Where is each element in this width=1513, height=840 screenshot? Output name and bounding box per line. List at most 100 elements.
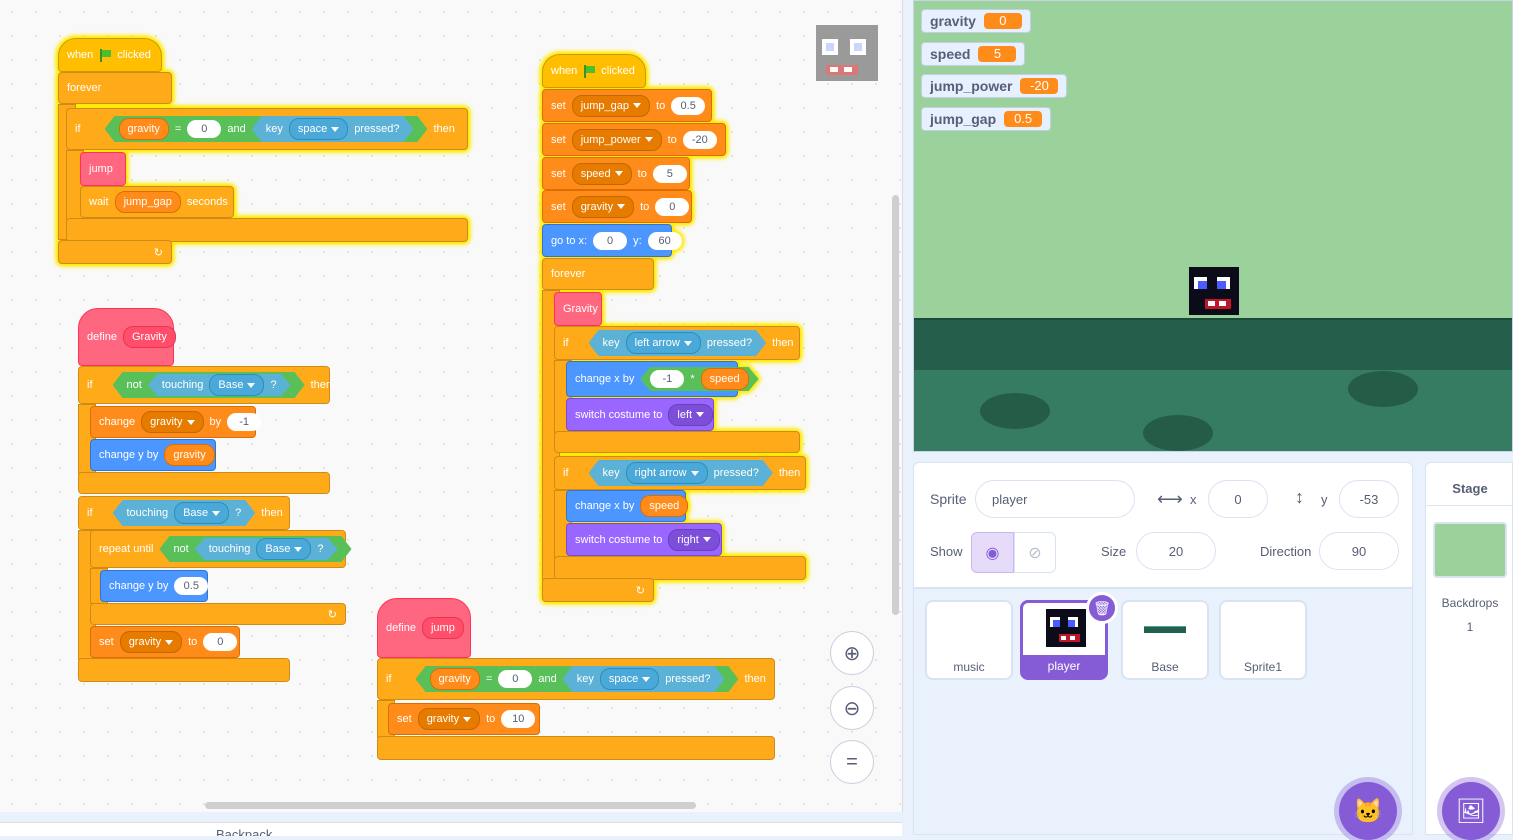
- forever-block[interactable]: forever: [58, 72, 172, 104]
- value-input[interactable]: 0: [498, 670, 532, 688]
- value-input[interactable]: 10: [501, 710, 536, 728]
- change-x-block[interactable]: change x by speed: [566, 490, 689, 522]
- code-area[interactable]: when clicked forever if gravity = 0 and …: [0, 0, 903, 812]
- value-input[interactable]: -20: [682, 130, 717, 149]
- not-operator[interactable]: not touching Base ?: [113, 372, 305, 398]
- change-y-block[interactable]: change y by gravity: [90, 439, 216, 471]
- gravity-call-block[interactable]: Gravity: [554, 292, 602, 326]
- if-touching-block[interactable]: if touching Base ? then: [78, 496, 290, 530]
- backpack-bar[interactable]: Backpack: [0, 822, 902, 836]
- monitor-jump-power[interactable]: jump_power -20: [921, 74, 1068, 98]
- key-pressed-sensor[interactable]: key left arrow pressed?: [589, 330, 767, 356]
- direction-field[interactable]: 90: [1319, 532, 1399, 570]
- stage-canvas[interactable]: gravity 0 speed 5 jump_power -20 jump_gap 0.…: [913, 0, 1513, 452]
- variable-dropdown[interactable]: speed: [571, 162, 632, 185]
- stage-thumbnail[interactable]: [1433, 522, 1507, 578]
- delete-sprite-button[interactable]: 🗑: [1086, 592, 1118, 624]
- show-visible-button[interactable]: ◉: [971, 532, 1014, 573]
- define-jump-block[interactable]: define jump: [377, 598, 471, 658]
- wait-block[interactable]: wait jump_gap seconds: [80, 186, 234, 218]
- set-jump-power-block[interactable]: set jump_power to -20: [542, 123, 726, 156]
- value-input[interactable]: 0.5: [174, 577, 209, 595]
- add-sprite-button[interactable]: 🐱: [1339, 782, 1397, 840]
- if-not-touching-block[interactable]: if not touching Base ? then: [78, 366, 332, 404]
- jump-gap-reporter[interactable]: jump_gap: [114, 191, 181, 213]
- set-gravity-block[interactable]: set gravity to 0: [542, 190, 692, 223]
- value-input[interactable]: 0: [593, 231, 628, 250]
- horizontal-scrollbar[interactable]: [205, 802, 696, 809]
- object-dropdown[interactable]: Base: [209, 374, 264, 396]
- sprite-tile-music[interactable]: music: [925, 600, 1013, 680]
- object-dropdown[interactable]: Base: [256, 538, 311, 560]
- change-y-block[interactable]: change y by 0.5: [100, 570, 209, 602]
- key-pressed-sensor[interactable]: key space pressed?: [252, 116, 414, 142]
- zoom-reset-button[interactable]: =: [830, 740, 874, 784]
- switch-costume-left-block[interactable]: switch costume to left: [566, 398, 714, 431]
- show-hidden-button[interactable]: ⊘: [1014, 532, 1056, 573]
- variable-dropdown[interactable]: jump_power: [571, 128, 662, 151]
- set-speed-block[interactable]: set speed to 5: [542, 157, 690, 190]
- key-dropdown[interactable]: space: [600, 668, 659, 690]
- variable-dropdown[interactable]: gravity: [119, 631, 183, 653]
- value-input[interactable]: -1: [227, 413, 262, 431]
- multiply-operator[interactable]: -1 * speed: [640, 367, 758, 391]
- if-right-block[interactable]: if key right arrow pressed? then: [554, 456, 806, 490]
- monitor-gravity[interactable]: gravity 0: [921, 9, 1031, 33]
- sprite-tile-sprite1[interactable]: Sprite1: [1219, 600, 1307, 680]
- key-dropdown[interactable]: right arrow: [626, 462, 708, 484]
- value-input[interactable]: 0.5: [671, 96, 706, 115]
- value-input[interactable]: 0: [655, 197, 690, 216]
- key-dropdown[interactable]: space: [289, 118, 348, 140]
- value-input[interactable]: 0: [203, 633, 238, 651]
- value-input[interactable]: -1: [650, 370, 684, 388]
- zoom-in-button[interactable]: ⊕: [830, 631, 874, 675]
- repeat-until-block[interactable]: repeat until not touching Base ?: [90, 530, 346, 568]
- size-field[interactable]: 20: [1136, 532, 1216, 570]
- sprite-tile-base[interactable]: Base: [1121, 600, 1209, 680]
- if-block[interactable]: if gravity = 0 and key space pressed? th…: [377, 658, 775, 700]
- value-input[interactable]: 0: [187, 120, 221, 138]
- costume-dropdown[interactable]: right: [668, 528, 720, 551]
- add-backdrop-button[interactable]: 🖼: [1442, 782, 1500, 840]
- when-flag-clicked-block[interactable]: when clicked: [58, 38, 162, 72]
- set-jump-gap-block[interactable]: set jump_gap to 0.5: [542, 89, 712, 122]
- value-input[interactable]: 60: [647, 231, 682, 250]
- not-operator[interactable]: not touching Base ?: [159, 536, 351, 562]
- change-gravity-block[interactable]: change gravity by -1: [90, 406, 262, 438]
- variable-dropdown[interactable]: gravity: [417, 708, 481, 730]
- forever-block[interactable]: forever: [542, 258, 654, 290]
- object-dropdown[interactable]: Base: [174, 502, 229, 524]
- jump-call-block[interactable]: jump: [80, 152, 126, 186]
- gravity-reporter[interactable]: gravity: [430, 668, 480, 690]
- key-pressed-sensor[interactable]: key space pressed?: [563, 666, 725, 692]
- touching-sensor[interactable]: touching Base ?: [195, 538, 338, 560]
- touching-sensor[interactable]: touching Base ?: [113, 500, 256, 526]
- variable-dropdown[interactable]: gravity: [141, 411, 204, 433]
- speed-reporter[interactable]: speed: [701, 368, 749, 390]
- and-operator[interactable]: gravity = 0 and key space pressed?: [105, 116, 428, 142]
- zoom-out-button[interactable]: ⊖: [830, 686, 874, 730]
- vertical-scrollbar[interactable]: [892, 195, 899, 615]
- switch-costume-right-block[interactable]: switch costume to right: [566, 523, 722, 556]
- define-gravity-block[interactable]: define Gravity: [78, 308, 176, 366]
- x-field[interactable]: 0: [1208, 480, 1268, 518]
- variable-dropdown[interactable]: jump_gap: [571, 94, 651, 117]
- set-gravity-block[interactable]: set gravity to 10: [388, 703, 540, 735]
- if-block[interactable]: if gravity = 0 and key space pressed? th…: [66, 108, 468, 150]
- player-sprite[interactable]: [1189, 267, 1239, 315]
- monitor-speed[interactable]: speed 5: [921, 42, 1026, 66]
- speed-reporter[interactable]: speed: [640, 495, 689, 517]
- value-input[interactable]: 5: [652, 164, 687, 183]
- change-x-block[interactable]: change x by -1 * speed: [566, 361, 738, 397]
- if-left-block[interactable]: if key left arrow pressed? then: [554, 326, 800, 360]
- key-pressed-sensor[interactable]: key right arrow pressed?: [589, 460, 773, 486]
- sprite-name-field[interactable]: player: [975, 480, 1135, 518]
- monitor-jump-gap[interactable]: jump_gap 0.5: [921, 107, 1052, 131]
- stage-panel[interactable]: Stage Backdrops 1 🖼: [1425, 462, 1513, 840]
- gravity-reporter[interactable]: gravity: [164, 444, 215, 466]
- and-operator[interactable]: gravity = 0 and key space pressed?: [416, 666, 739, 692]
- key-dropdown[interactable]: left arrow: [626, 332, 701, 354]
- variable-dropdown[interactable]: gravity: [571, 195, 635, 218]
- y-field[interactable]: -53: [1339, 480, 1399, 518]
- costume-dropdown[interactable]: left: [668, 403, 714, 426]
